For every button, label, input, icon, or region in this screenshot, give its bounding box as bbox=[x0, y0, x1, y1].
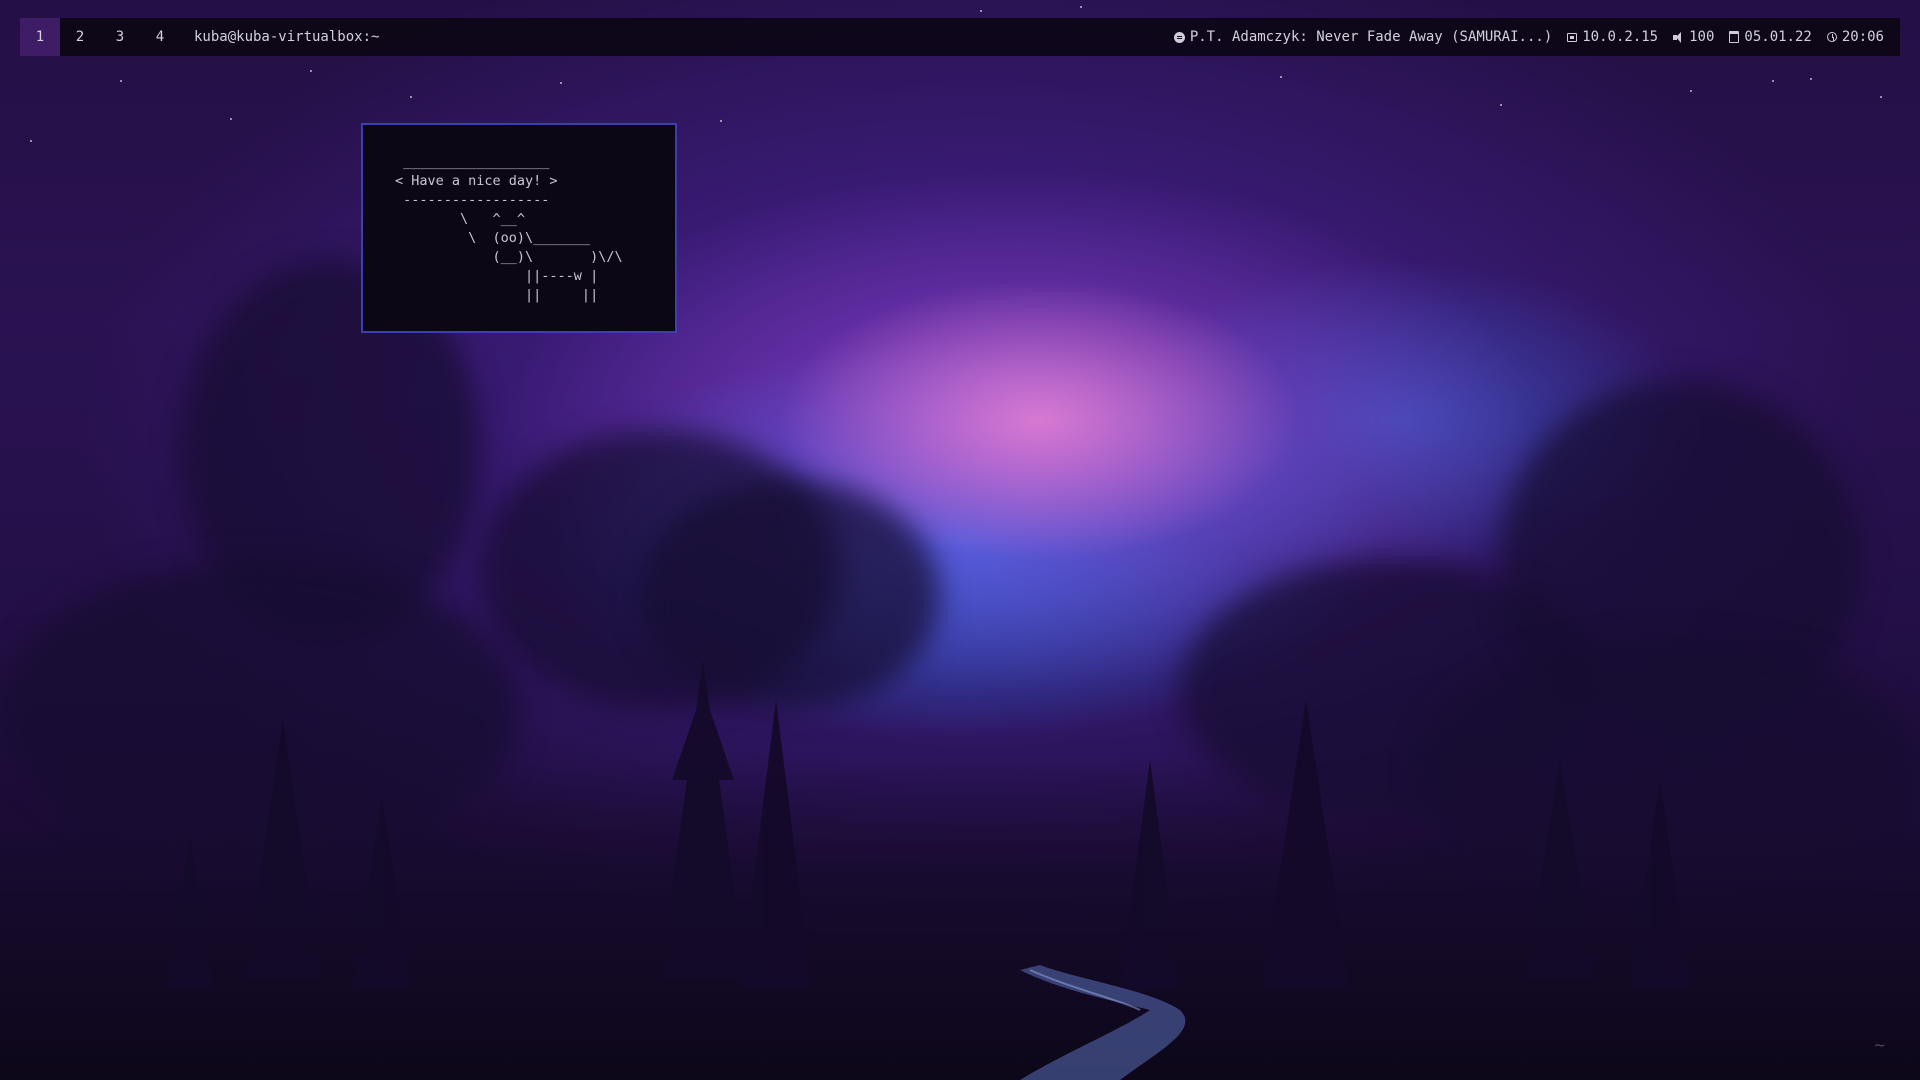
ip-address-text: 10.0.2.15 bbox=[1582, 29, 1659, 45]
desktop-wallpaper: ~ bbox=[0, 0, 1920, 1080]
forest-silhouette bbox=[0, 660, 1920, 1080]
volume-icon bbox=[1673, 31, 1684, 43]
network-module[interactable]: 10.0.2.15 bbox=[1567, 29, 1658, 45]
cowsay-output[interactable]: __________________ < Have a nice day! > … bbox=[363, 125, 675, 305]
now-playing-module[interactable]: P.T. Adamczyk: Never Fade Away (SAMURAI.… bbox=[1173, 29, 1553, 45]
network-icon bbox=[1567, 32, 1578, 42]
artist-signature: ~ bbox=[1873, 1036, 1886, 1054]
workspace-2-button[interactable]: 2 bbox=[60, 18, 100, 56]
calendar-icon bbox=[1729, 31, 1740, 43]
volume-level-text: 100 bbox=[1689, 29, 1715, 45]
date-module[interactable]: 05.01.22 bbox=[1729, 29, 1812, 45]
terminal-window[interactable]: __________________ < Have a nice day! > … bbox=[361, 123, 677, 333]
clock-icon bbox=[1826, 32, 1837, 42]
time-text: 20:06 bbox=[1841, 29, 1884, 45]
music-icon bbox=[1173, 31, 1185, 43]
now-playing-text: P.T. Adamczyk: Never Fade Away (SAMURAI.… bbox=[1189, 29, 1553, 45]
volume-module[interactable]: 100 bbox=[1673, 29, 1714, 45]
workspace-3-button[interactable]: 3 bbox=[100, 18, 140, 56]
top-status-bar: 1 2 3 4 kuba@kuba-virtualbox:~ P.T. Adam… bbox=[20, 18, 1900, 56]
window-title: kuba@kuba-virtualbox:~ bbox=[194, 29, 380, 45]
workspace-1-button[interactable]: 1 bbox=[20, 18, 60, 56]
workspace-4-button[interactable]: 4 bbox=[140, 18, 180, 56]
date-text: 05.01.22 bbox=[1744, 29, 1812, 45]
clock-module[interactable]: 20:06 bbox=[1826, 29, 1884, 45]
bar-modules: P.T. Adamczyk: Never Fade Away (SAMURAI.… bbox=[1173, 29, 1900, 45]
